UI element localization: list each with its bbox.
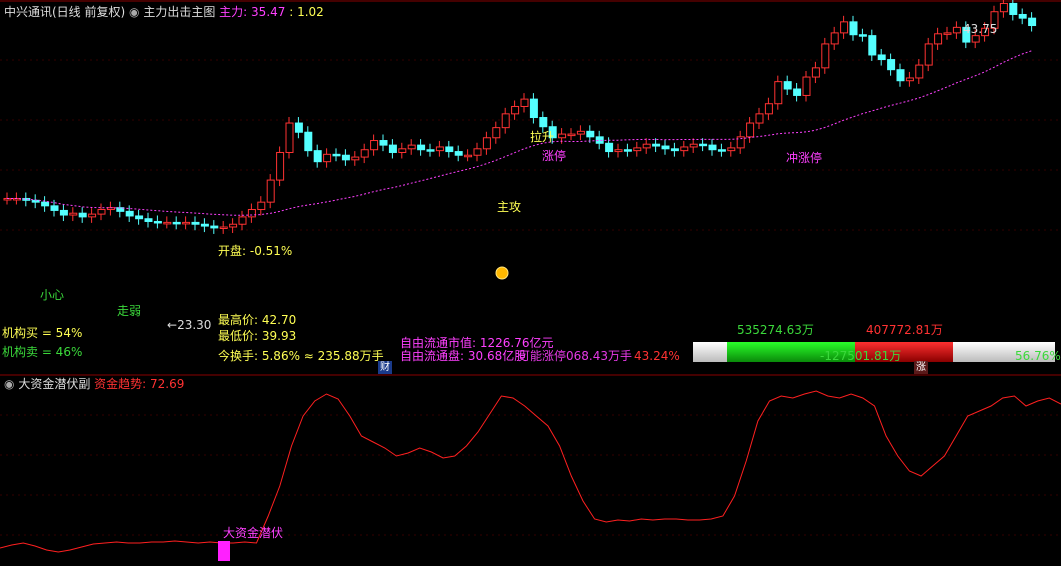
settings-icon[interactable]: ◉ [129, 5, 139, 19]
limit-up-badge[interactable]: 涨 [914, 361, 928, 374]
annotation-caution: 小心 [40, 288, 65, 302]
main-force-value: 35.47 [251, 5, 286, 19]
sub-indicator-name[interactable]: 大资金潜伏副 [18, 377, 90, 391]
trend-label: 资金趋势: [94, 377, 147, 391]
high-price: 最高价: 42.70 [218, 313, 297, 327]
finance-badge[interactable]: 财 [378, 361, 392, 374]
limit-up-volume: 可能涨停068.43万手 [518, 349, 632, 363]
candle [276, 146, 285, 187]
float-cap: 自由流通市值: 1226.76亿元 [400, 336, 554, 350]
institution-buy: 机构买 = 54% [2, 326, 83, 340]
signal-bar [218, 541, 230, 561]
flow-pct: 56.76% [1015, 349, 1061, 363]
main-force-label: 主力: [219, 5, 248, 19]
flow-in-value: 535274.63万 [737, 323, 814, 337]
annotation-pullup: 拉升 [530, 130, 555, 144]
trend-value: 72.69 [150, 377, 185, 391]
flow-net-value: -127501.81万 [820, 349, 902, 363]
main-force-ratio: : 1.02 [289, 5, 324, 19]
turnover: 今换手: 5.86% ≈ 235.88万手 [218, 349, 384, 363]
chart-canvas[interactable] [0, 0, 1061, 566]
annotation-attack: 主攻 [497, 200, 522, 214]
signal-label: 大资金潜伏 [223, 526, 284, 540]
indicator-name[interactable]: 主力出击主图 [143, 5, 215, 19]
low-price: 最低价: 39.93 [218, 329, 297, 343]
float-pct: 43.24% [634, 349, 680, 363]
min-price-label: ←23.30 [167, 318, 212, 332]
collapse-icon[interactable]: ◉ [4, 377, 14, 391]
coin-icon [495, 266, 509, 280]
annotation-rush-limit: 冲涨停 [786, 151, 823, 165]
sub-header: ◉ 大资金潜伏副 资金趋势: 72.69 [4, 377, 184, 391]
candle [285, 117, 294, 159]
annotation-limit-up: 涨停 [542, 149, 567, 163]
float-shares: 自由流通盘: 30.68亿股 [400, 349, 527, 363]
main-header: 中兴通讯(日线 前复权) ◉ 主力出击主图 主力: 35.47 : 1.02 [4, 5, 324, 19]
open-change-label: 开盘: -0.51% [218, 244, 293, 258]
annotation-weak: 走弱 [117, 304, 142, 318]
flow-out-value: 407772.81万 [866, 323, 943, 337]
stock-title[interactable]: 中兴通讯(日线 前复权) [4, 5, 125, 19]
institution-sell: 机构卖 = 46% [2, 345, 83, 359]
max-price-label: 43.75 [963, 22, 998, 36]
